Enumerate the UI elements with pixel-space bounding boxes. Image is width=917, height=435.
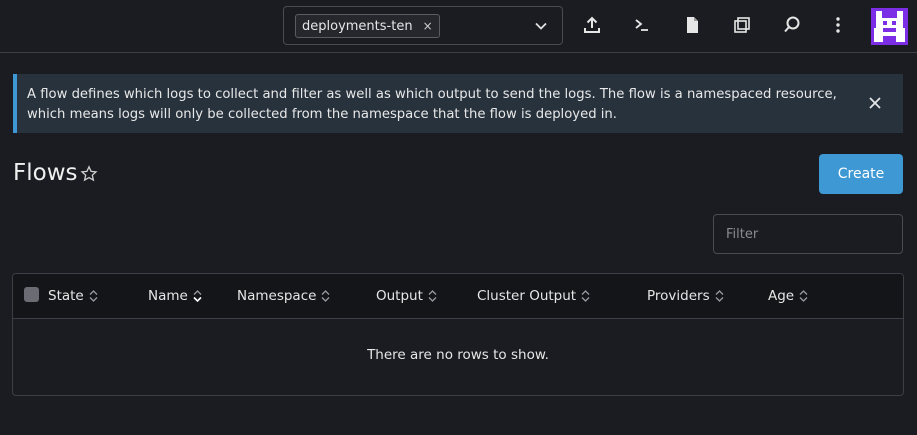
terminal-icon[interactable]: [632, 15, 652, 35]
upload-icon[interactable]: [582, 15, 602, 35]
column-cluster-output[interactable]: Cluster Output: [477, 288, 590, 304]
column-age[interactable]: Age: [768, 288, 808, 304]
sort-icon: [89, 290, 98, 302]
page-title: Flows: [13, 160, 78, 186]
table-header: State Name Namespace Output Cluster Outp…: [13, 274, 903, 319]
sort-icon: [715, 290, 724, 302]
namespace-chip-label: deployments-ten: [302, 18, 413, 34]
chip-remove-icon[interactable]: ×: [423, 19, 433, 33]
create-button[interactable]: Create: [819, 154, 903, 194]
namespace-chip: deployments-ten ×: [295, 14, 440, 38]
column-label: Cluster Output: [477, 288, 577, 304]
file-icon[interactable]: [682, 15, 702, 35]
close-icon[interactable]: [867, 95, 883, 111]
banner-text: A flow defines which logs to collect and…: [27, 87, 837, 122]
sort-icon: [321, 290, 330, 302]
sort-icon: [428, 290, 437, 302]
column-label: Namespace: [237, 288, 317, 304]
column-namespace[interactable]: Namespace: [237, 288, 330, 304]
column-name[interactable]: Name: [148, 288, 202, 304]
sort-icon: [581, 290, 590, 302]
top-bar: deployments-ten ×: [0, 0, 917, 53]
more-icon[interactable]: [828, 15, 848, 35]
select-all-checkbox[interactable]: [24, 287, 39, 302]
chevron-down-icon[interactable]: [534, 19, 548, 33]
column-state[interactable]: State: [48, 288, 98, 304]
column-label: Age: [768, 288, 795, 304]
info-banner: A flow defines which logs to collect and…: [13, 74, 903, 133]
column-label: Providers: [647, 288, 710, 304]
empty-message: There are no rows to show.: [367, 347, 549, 363]
avatar-icon[interactable]: [871, 8, 908, 45]
column-label: Name: [148, 288, 188, 304]
filter-input[interactable]: [713, 214, 903, 254]
column-label: State: [48, 288, 84, 304]
flows-table: State Name Namespace Output Cluster Outp…: [12, 273, 904, 396]
sort-icon: [799, 290, 808, 302]
namespace-select[interactable]: deployments-ten ×: [283, 6, 563, 45]
sort-desc-icon: [193, 290, 202, 302]
column-label: Output: [376, 288, 423, 304]
star-icon[interactable]: [80, 165, 98, 183]
copy-icon[interactable]: [732, 15, 752, 35]
column-output[interactable]: Output: [376, 288, 437, 304]
search-icon[interactable]: [782, 15, 802, 35]
column-providers[interactable]: Providers: [647, 288, 724, 304]
